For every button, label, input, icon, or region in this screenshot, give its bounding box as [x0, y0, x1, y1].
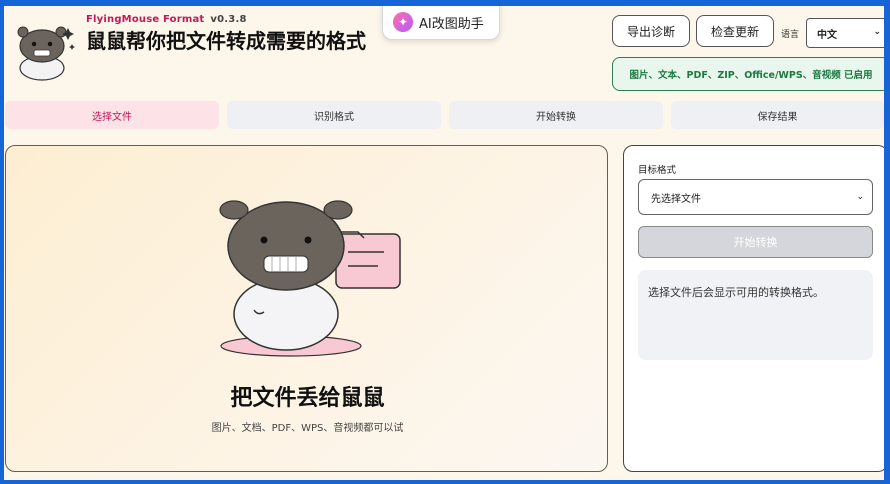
app-window: FlyingMouse Format v0.3.8 鼠鼠帮你把文件转成需要的格式 … [4, 6, 884, 480]
language-select[interactable]: 中文 ⌄ [806, 18, 884, 48]
step-start-convert[interactable]: 开始转换 [449, 101, 663, 129]
enabled-formats-badge: 图片、文本、PDF、ZIP、Office/WPS、音视频 已启用 [612, 57, 884, 91]
step-detect-format[interactable]: 识别格式 [227, 101, 441, 129]
page-title: 鼠鼠帮你把文件转成需要的格式 [86, 29, 366, 53]
chevron-down-icon: ⌄ [856, 192, 864, 202]
target-format-label: 目标格式 [638, 165, 677, 176]
file-drop-zone[interactable]: 把文件丢给鼠鼠 图片、文档、PDF、WPS、音视频都可以试 [5, 145, 608, 472]
chevron-down-icon: ⌄ [873, 27, 881, 37]
sparkle-icon: ✦ [393, 12, 413, 32]
ai-assistant-button[interactable]: ✦ AI改图助手 [382, 6, 500, 40]
language-value: 中文 [817, 29, 837, 41]
export-diagnostics-button[interactable]: 导出诊断 [612, 15, 690, 47]
format-hint: 选择文件后会显示可用的转换格式。 [638, 270, 873, 360]
app-name: FlyingMouse Format [86, 14, 205, 25]
mouse-folder-illustration-icon [219, 200, 401, 357]
step-select-file[interactable]: 选择文件 [5, 101, 219, 129]
drop-zone-subtitle: 图片、文档、PDF、WPS、音视频都可以试 [211, 423, 404, 434]
app-brand: FlyingMouse Format v0.3.8 [86, 14, 247, 25]
language-label: 语言 [781, 30, 800, 40]
mouse-logo-icon [17, 26, 75, 81]
target-format-value: 先选择文件 [651, 193, 701, 205]
start-convert-button[interactable]: 开始转换 [638, 226, 873, 258]
drop-zone-title: 把文件丢给鼠鼠 [230, 386, 385, 411]
target-format-select[interactable]: 先选择文件 ⌄ [638, 179, 873, 215]
check-updates-button[interactable]: 检查更新 [696, 15, 774, 47]
step-save-result[interactable]: 保存结果 [671, 101, 884, 129]
ai-assistant-label: AI改图助手 [419, 16, 484, 32]
app-version: v0.3.8 [210, 14, 247, 25]
conversion-panel: 目标格式 先选择文件 ⌄ 开始转换 选择文件后会显示可用的转换格式。 [623, 145, 884, 472]
